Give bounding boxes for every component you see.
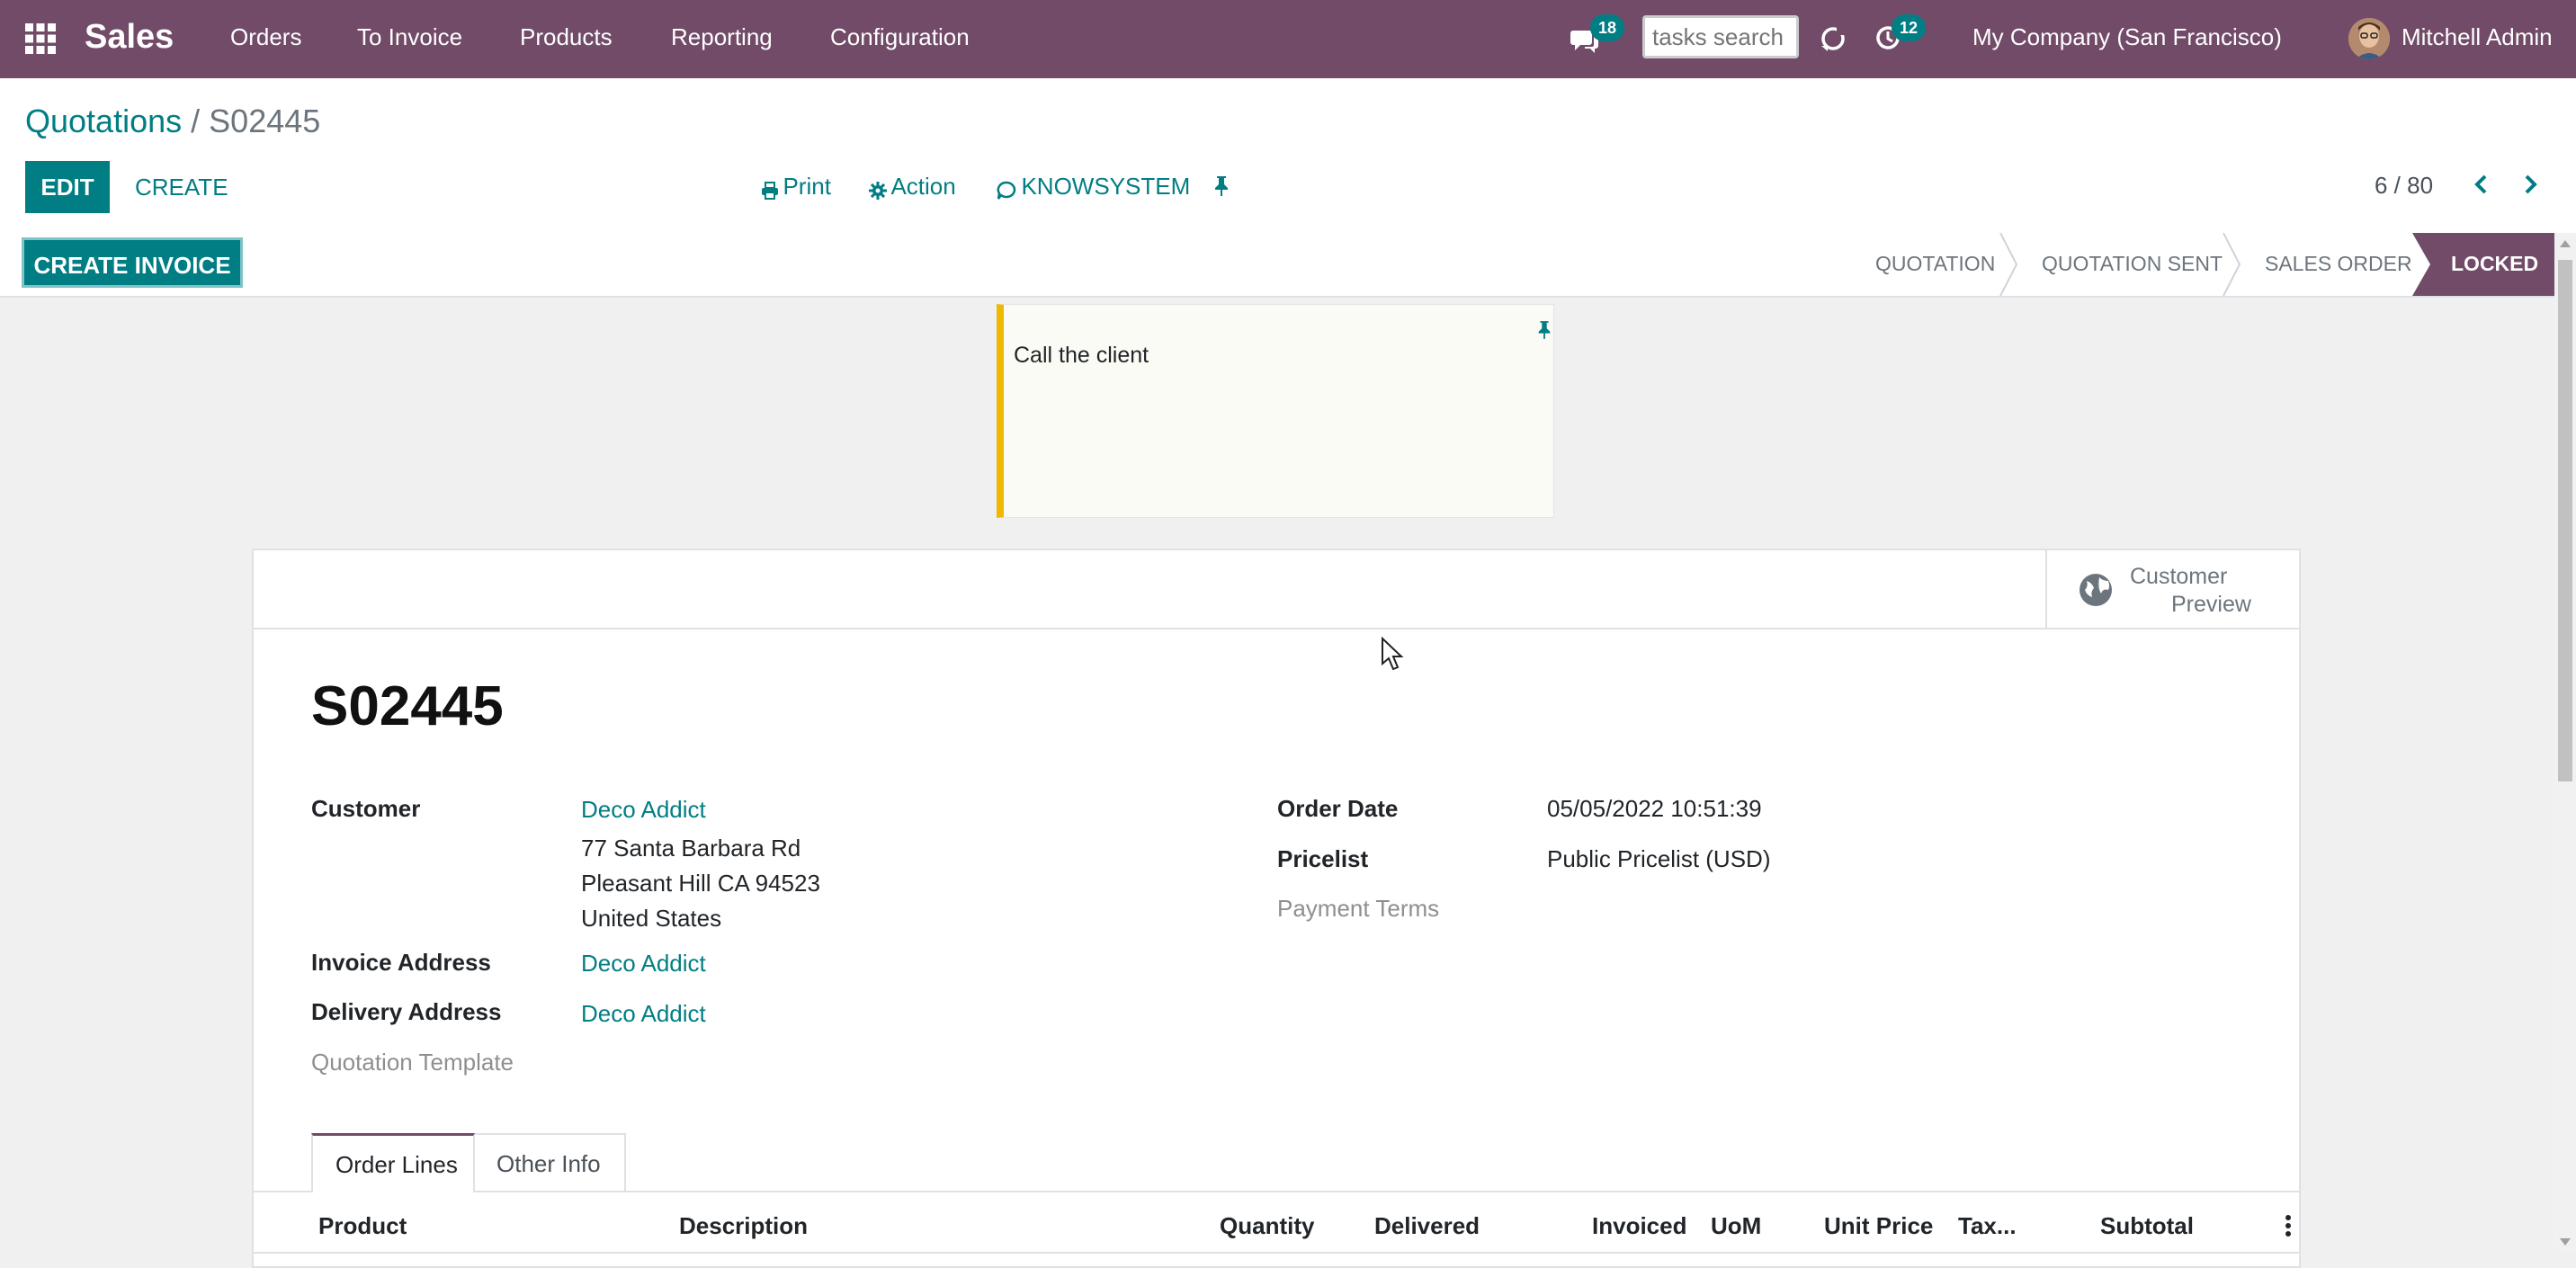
globe-icon bbox=[2078, 572, 2114, 608]
menu-configuration[interactable]: Configuration bbox=[830, 23, 970, 51]
invoice-address-label: Invoice Address bbox=[311, 949, 491, 976]
delivery-address-label: Delivery Address bbox=[311, 998, 502, 1025]
tab-other-info[interactable]: Other Info bbox=[475, 1133, 626, 1191]
menu-to-invoice[interactable]: To Invoice bbox=[357, 23, 462, 51]
tab-order-lines-label: Order Lines bbox=[335, 1151, 458, 1178]
column-quantity[interactable]: Quantity bbox=[1220, 1212, 1314, 1240]
pricelist-label: Pricelist bbox=[1277, 845, 1369, 872]
column-uom[interactable]: UoM bbox=[1711, 1212, 1761, 1240]
stage-quotation[interactable]: QUOTATION bbox=[1875, 252, 1995, 276]
stage-sales-order[interactable]: SALES ORDER bbox=[2265, 252, 2412, 276]
cursor-icon bbox=[1381, 637, 1404, 673]
note-text: Call the client bbox=[1014, 343, 1149, 368]
customer-address-line3: United States bbox=[581, 905, 722, 932]
print-icon bbox=[761, 181, 779, 200]
record-title: S02445 bbox=[311, 675, 504, 737]
user-menu[interactable]: Mitchell Admin bbox=[2402, 23, 2553, 51]
apps-grid-icon[interactable] bbox=[25, 23, 56, 54]
customer-preview-line1: Customer bbox=[2130, 564, 2228, 589]
order-date-label: Order Date bbox=[1277, 795, 1399, 822]
print-label: Print bbox=[783, 173, 831, 200]
chevron-left-icon[interactable] bbox=[2472, 174, 2490, 195]
column-invoiced[interactable]: Invoiced bbox=[1592, 1212, 1686, 1240]
column-description[interactable]: Description bbox=[679, 1212, 808, 1240]
chevron-right-icon[interactable] bbox=[2522, 174, 2540, 195]
scrollbar[interactable] bbox=[2554, 233, 2576, 1252]
column-product[interactable]: Product bbox=[318, 1212, 407, 1240]
refresh-icon[interactable] bbox=[1819, 24, 1847, 53]
column-subtotal[interactable]: Subtotal bbox=[2100, 1212, 2194, 1240]
create-invoice-button[interactable]: CREATE INVOICE bbox=[22, 237, 243, 288]
knowsystem-icon bbox=[996, 180, 1017, 201]
order-lines-header: Product Description Quantity Delivered I… bbox=[254, 1192, 2299, 1254]
customer-preview-line2: Preview bbox=[2171, 592, 2251, 617]
button-box bbox=[254, 550, 2299, 630]
column-taxes[interactable]: Tax... bbox=[1958, 1212, 2017, 1240]
action-label: Action bbox=[890, 173, 956, 200]
customer-preview-button[interactable]: Customer Preview bbox=[2045, 550, 2301, 628]
kebab-icon[interactable] bbox=[2285, 1214, 2292, 1237]
breadcrumb: Quotations / S02445 bbox=[25, 103, 320, 140]
breadcrumb-current: S02445 bbox=[209, 103, 321, 139]
form-sheet: Customer Preview S02445 Customer Deco Ad… bbox=[252, 549, 2301, 1268]
messages-badge: 18 bbox=[1590, 14, 1624, 41]
app-name[interactable]: Sales bbox=[85, 18, 174, 57]
scrollbar-down-arrow[interactable] bbox=[2560, 1238, 2571, 1246]
customer-preview-label: Customer Preview bbox=[2130, 563, 2251, 619]
create-button[interactable]: CREATE bbox=[135, 174, 228, 201]
menu-reporting[interactable]: Reporting bbox=[671, 23, 773, 51]
delivery-address-link[interactable]: Deco Addict bbox=[581, 1000, 706, 1028]
customer-label: Customer bbox=[311, 795, 421, 822]
menu-products[interactable]: Products bbox=[520, 23, 613, 51]
column-unit-price[interactable]: Unit Price bbox=[1824, 1212, 1933, 1240]
tab-other-info-label: Other Info bbox=[496, 1150, 601, 1177]
pager-value[interactable]: 6 / 80 bbox=[2375, 172, 2433, 200]
breadcrumb-separator: / bbox=[191, 103, 201, 139]
invoice-address-link[interactable]: Deco Addict bbox=[581, 950, 706, 978]
tab-order-lines[interactable]: Order Lines bbox=[311, 1133, 475, 1192]
activities-badge: 12 bbox=[1892, 14, 1926, 41]
control-panel: Quotations / S02445 EDIT CREATE Print Ac… bbox=[0, 78, 2576, 235]
avatar[interactable] bbox=[2348, 18, 2390, 59]
edit-button[interactable]: EDIT bbox=[25, 161, 110, 213]
payment-terms-label: Payment Terms bbox=[1277, 895, 1440, 922]
quotation-template-label: Quotation Template bbox=[311, 1049, 514, 1076]
company-switcher[interactable]: My Company (San Francisco) bbox=[1972, 23, 2282, 51]
knowsystem-button[interactable]: KNOWSYSTEM bbox=[996, 173, 1190, 201]
scrollbar-thumb[interactable] bbox=[2558, 260, 2572, 781]
stage-separator bbox=[1999, 233, 2020, 296]
scrollbar-up-arrow[interactable] bbox=[2560, 240, 2571, 247]
customer-address-line1: 77 Santa Barbara Rd bbox=[581, 835, 801, 862]
breadcrumb-parent[interactable]: Quotations bbox=[25, 103, 182, 139]
print-button[interactable]: Print bbox=[761, 173, 831, 201]
tasks-search-input[interactable] bbox=[1642, 15, 1799, 58]
pin-icon[interactable] bbox=[1536, 319, 1552, 341]
pricelist-value: Public Pricelist (USD) bbox=[1547, 845, 1771, 872]
column-delivered[interactable]: Delivered bbox=[1374, 1212, 1480, 1240]
order-date-value: 05/05/2022 10:51:39 bbox=[1547, 795, 1762, 822]
status-bar: CREATE INVOICE QUOTATION QUOTATION SENT … bbox=[0, 233, 2576, 298]
stage-locked[interactable]: LOCKED bbox=[2451, 252, 2538, 276]
customer-link[interactable]: Deco Addict bbox=[581, 796, 706, 824]
knowsystem-label: KNOWSYSTEM bbox=[1021, 173, 1191, 200]
pin-icon[interactable] bbox=[1212, 175, 1230, 197]
action-button[interactable]: Action bbox=[869, 173, 956, 201]
stage-quotation-sent[interactable]: QUOTATION SENT bbox=[2042, 252, 2223, 276]
sticky-note[interactable]: Call the client bbox=[997, 304, 1554, 518]
menu-orders[interactable]: Orders bbox=[230, 23, 301, 51]
top-navbar: Sales Orders To Invoice Products Reporti… bbox=[0, 0, 2576, 78]
gear-icon bbox=[869, 181, 887, 200]
stage-separator bbox=[2222, 233, 2243, 296]
customer-address-line2: Pleasant Hill CA 94523 bbox=[581, 870, 820, 897]
